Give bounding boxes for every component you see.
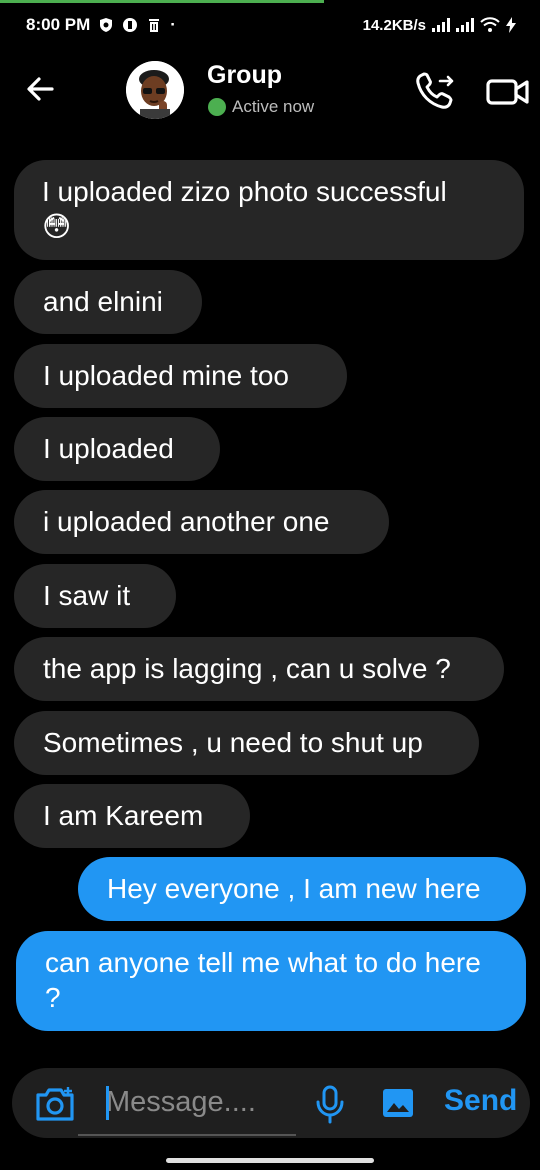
chat-title: Group [207, 61, 282, 89]
avatar[interactable] [126, 61, 184, 119]
network-speed: 14.2KB/s [362, 16, 426, 34]
charging-icon [506, 17, 516, 33]
message-text: the app is lagging , can u solve ? [43, 653, 451, 684]
message-bubble-sent[interactable]: Hey everyone , I am new here [78, 857, 526, 921]
camera-switch-icon[interactable] [34, 1085, 76, 1123]
message-bubble-received[interactable]: I uploaded [14, 417, 220, 481]
phone-transfer-icon[interactable] [414, 71, 456, 111]
message-text: Hey everyone , I am new here [107, 873, 481, 904]
message-text: Sometimes , u need to shut up [43, 727, 423, 758]
message-bubble-received[interactable]: I uploaded zizo photo successful 😳 [14, 160, 524, 260]
status-bar: 8:00 PM · 14.2KB/s [0, 0, 540, 50]
message-text: can anyone tell me what to do here ? [45, 947, 481, 1013]
message-composer: Send [12, 1068, 530, 1138]
home-indicator[interactable] [166, 1158, 374, 1163]
input-underline [78, 1134, 296, 1136]
message-input[interactable] [106, 1082, 296, 1122]
app-circle-icon [123, 18, 138, 32]
message-text: I saw it [43, 580, 131, 611]
back-arrow-icon[interactable] [22, 71, 58, 107]
message-text: i uploaded another one [43, 506, 330, 537]
trash-icon [149, 19, 160, 32]
avatar-memoji-icon [126, 61, 184, 119]
message-bubble-received[interactable]: Sometimes , u need to shut up [14, 711, 479, 775]
message-bubble-sent[interactable]: can anyone tell me what to do here ? [16, 931, 526, 1031]
message-bubble-received[interactable]: and elnini [14, 270, 202, 334]
active-status-text: Active now [232, 97, 315, 116]
signal-icon-2 [456, 18, 474, 32]
shield-icon [100, 18, 113, 32]
message-bubble-received[interactable]: I saw it [14, 564, 176, 628]
image-gallery-icon[interactable] [382, 1088, 414, 1118]
message-bubble-received[interactable]: I am Kareem [14, 784, 250, 848]
signal-icon [432, 18, 450, 32]
message-bubble-received[interactable]: the app is lagging , can u solve ? [14, 637, 504, 701]
online-dot-icon [208, 98, 226, 116]
microphone-icon[interactable] [314, 1084, 346, 1124]
presence-status: Active now [208, 97, 314, 117]
message-text: I uploaded mine too [43, 360, 289, 391]
message-text: I uploaded zizo photo successful [42, 176, 447, 207]
status-dot: · [170, 15, 176, 34]
chat-header: Group Active now [0, 55, 540, 127]
text-cursor [106, 1086, 109, 1120]
message-bubble-received[interactable]: I uploaded mine too [14, 344, 347, 408]
flushed-emoji: 😳 [42, 211, 72, 242]
message-text: I am Kareem [43, 800, 204, 831]
video-camera-icon[interactable] [486, 77, 530, 107]
message-text: I uploaded [43, 433, 174, 464]
send-button[interactable]: Send [444, 1084, 517, 1118]
message-text: and elnini [43, 286, 163, 317]
status-time: 8:00 PM [26, 15, 91, 34]
message-bubble-received[interactable]: i uploaded another one [14, 490, 389, 554]
wifi-icon [480, 17, 500, 32]
